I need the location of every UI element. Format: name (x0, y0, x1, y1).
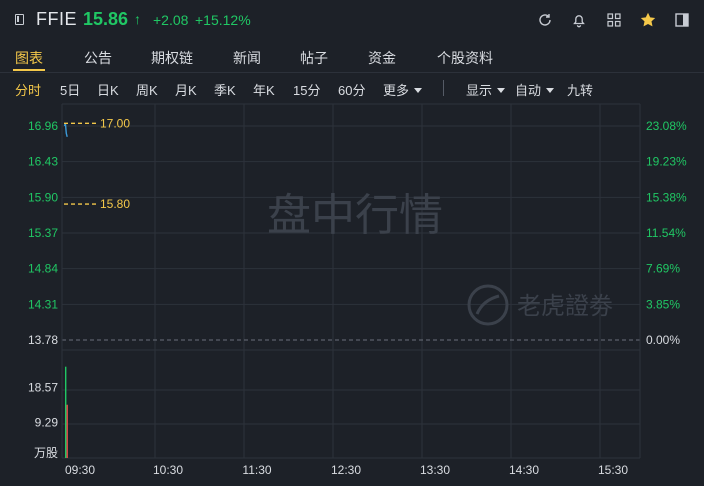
tab-capital[interactable]: 资金 (368, 48, 396, 68)
period-daily[interactable]: 日K (97, 80, 119, 99)
period-monthly[interactable]: 月K (175, 80, 197, 99)
period-yearly[interactable]: 年K (253, 80, 275, 99)
x-tick-label: 09:30 (65, 463, 95, 477)
y-pct-tick-label: 3.85% (646, 297, 680, 311)
refresh-icon[interactable] (536, 11, 554, 29)
grid-icon[interactable] (605, 11, 623, 29)
display-label: 显示 (466, 83, 493, 98)
period-5day[interactable]: 5日 (60, 80, 80, 99)
volume-tick-label: 18.57 (28, 380, 58, 394)
y-tick-label: 15.37 (28, 226, 58, 240)
y-pct-tick-label: 11.54% (646, 226, 686, 240)
tab-posts[interactable]: 帖子 (300, 48, 328, 68)
y-tick-label: 16.96 (28, 119, 58, 133)
price-marker-label: 17.00 (100, 116, 130, 130)
price-line (63, 123, 68, 137)
tiger-logo-icon (467, 284, 509, 326)
panel-icon[interactable] (673, 11, 691, 29)
tab-announcements[interactable]: 公告 (84, 48, 112, 68)
tab-profile[interactable]: 个股资料 (437, 48, 493, 68)
chevron-down-icon (546, 88, 555, 93)
chevron-down-icon (497, 88, 506, 93)
tab-options-chain[interactable]: 期权链 (151, 48, 193, 68)
auto-scale-dropdown[interactable]: 自动 (515, 80, 555, 99)
period-15min[interactable]: 15分 (293, 80, 320, 99)
symbol-list-icon[interactable] (15, 14, 24, 25)
x-tick-label: 14:30 (509, 463, 539, 477)
chevron-down-icon (414, 88, 423, 93)
y-pct-tick-label: 7.69% (646, 262, 680, 276)
star-icon[interactable] (639, 11, 657, 29)
y-pct-tick-label: 0.00% (646, 333, 680, 347)
toolbar-divider (443, 80, 444, 96)
auto-scale-label: 自动 (515, 83, 542, 98)
price-change: +2.08 (153, 12, 189, 28)
x-tick-label: 10:30 (153, 463, 183, 477)
y-tick-label: 16.43 (28, 155, 58, 169)
y-tick-label: 15.90 (28, 190, 58, 204)
period-more-label: 更多 (383, 83, 410, 98)
price-change-percent: +15.12% (195, 12, 251, 28)
y-tick-label: 14.84 (28, 262, 58, 276)
active-tab-underline (13, 69, 45, 71)
up-arrow-icon: ↑ (134, 11, 141, 27)
main-tabs: 图表 公告 期权链 新闻 帖子 资金 个股资料 (0, 40, 704, 73)
volume-unit-label: 万股 (34, 446, 58, 460)
volume-bar (65, 366, 67, 458)
y-tick-label: 13.78 (28, 333, 58, 347)
x-tick-label: 11:30 (242, 463, 271, 477)
period-more-dropdown[interactable]: 更多 (383, 80, 423, 99)
y-pct-tick-label: 15.38% (646, 190, 687, 204)
nine-turn-button[interactable]: 九转 (567, 80, 593, 99)
ticker-symbol: FFIE (36, 9, 77, 29)
y-pct-tick-label: 23.08% (646, 119, 687, 133)
last-price: 15.86 (83, 9, 129, 29)
display-dropdown[interactable]: 显示 (466, 80, 506, 99)
period-intraday[interactable]: 分时 (15, 80, 41, 99)
watermark-text: 盘中行情 (267, 191, 443, 240)
x-tick-label: 12:30 (331, 463, 361, 477)
period-weekly[interactable]: 周K (136, 80, 158, 99)
tab-news[interactable]: 新闻 (233, 48, 261, 68)
bell-icon[interactable] (570, 11, 588, 29)
y-tick-label: 14.31 (28, 297, 58, 311)
volume-tick-label: 9.29 (35, 416, 59, 430)
tab-chart[interactable]: 图表 (15, 48, 43, 68)
quote-header: FFIE 15.86 ↑ +2.08 +15.12% (0, 0, 704, 40)
period-quarterly[interactable]: 季K (214, 80, 236, 99)
intraday-chart[interactable]: 盘中行情 老虎證劵 16.96 16.43 15.90 15.37 14.84 14.31… (0, 103, 704, 486)
volume-bar (66, 404, 68, 458)
chart-grid (61, 103, 641, 459)
y-pct-tick-label: 19.23% (646, 155, 687, 169)
watermark-brand: 老虎證劵 (517, 293, 613, 320)
period-60min[interactable]: 60分 (338, 80, 365, 99)
x-tick-label: 13:30 (420, 463, 450, 477)
x-tick-label: 15:30 (598, 463, 628, 477)
price-marker-label: 15.80 (100, 197, 130, 211)
